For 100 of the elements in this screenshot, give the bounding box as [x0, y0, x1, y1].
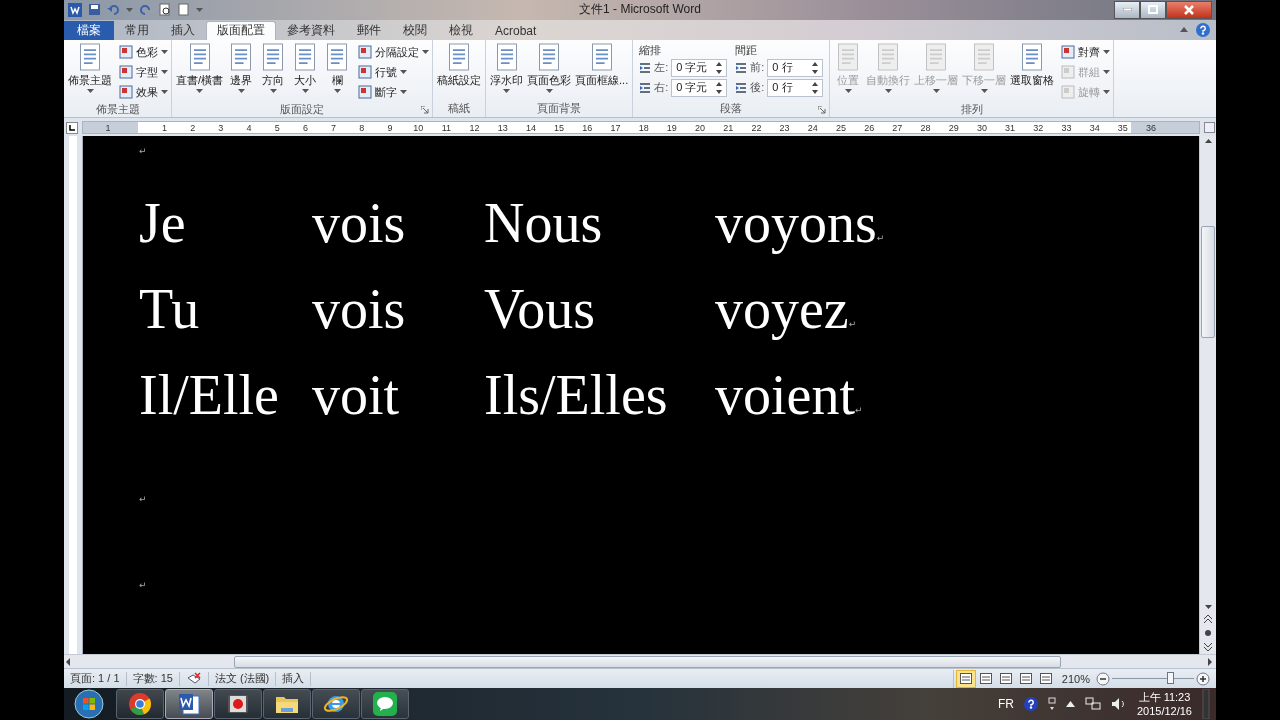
- table-cell-text: vois: [312, 276, 407, 341]
- spin-field[interactable]: 0 字元: [671, 78, 728, 97]
- ribbon-button[interactable]: 直書/橫書: [175, 42, 225, 102]
- ruler-number: 26: [864, 122, 875, 133]
- table-cell-text: Il/Elle: [139, 362, 280, 427]
- collapse-ribbon-icon[interactable]: [1180, 27, 1188, 33]
- start-orb-icon[interactable]: [74, 689, 104, 719]
- ribbon-button[interactable]: 分隔設定: [358, 42, 430, 62]
- ribbon-button[interactable]: 方向: [258, 42, 289, 102]
- caret-icon: [161, 70, 168, 75]
- ribbon-button[interactable]: 浮水印: [489, 42, 525, 101]
- ribbon-button[interactable]: 字型: [119, 62, 168, 82]
- taskbar-button[interactable]: [361, 689, 409, 719]
- help-icon[interactable]: [1023, 697, 1038, 711]
- taskbar-button[interactable]: [312, 689, 360, 719]
- taskbar-button[interactable]: [165, 689, 213, 719]
- ruler-number: 36: [1146, 122, 1157, 133]
- proofing-icon[interactable]: [185, 671, 202, 686]
- ribbon-button[interactable]: 對齊: [1061, 42, 1111, 62]
- square-icon: [119, 45, 133, 60]
- maximize-button[interactable]: [1140, 1, 1166, 19]
- group-label: 頁面背景: [537, 101, 582, 117]
- language-indicator[interactable]: FR: [997, 697, 1014, 711]
- indent-icon: [735, 61, 748, 74]
- ribbon-tab[interactable]: 校閱: [392, 20, 438, 40]
- spin-field[interactable]: 0 行: [767, 58, 824, 77]
- ribbon-tab[interactable]: 參考資料: [276, 20, 346, 40]
- ribbon-button[interactable]: 頁面框線...: [574, 42, 630, 101]
- square-icon: [358, 65, 373, 80]
- ribbon-button[interactable]: 佈景主題: [67, 42, 113, 102]
- browse-object-icon[interactable]: [1204, 629, 1212, 638]
- ruler-number: 12: [469, 122, 480, 133]
- previous-page-icon[interactable]: [1204, 615, 1212, 624]
- scroll-thumb[interactable]: [1201, 225, 1215, 338]
- ribbon-button[interactable]: 效果: [119, 82, 168, 102]
- taskbar-button[interactable]: [214, 689, 262, 719]
- taskbar-button[interactable]: [263, 689, 311, 719]
- close-button[interactable]: [1166, 1, 1212, 19]
- zoom-slider-thumb[interactable]: [1167, 671, 1175, 684]
- round-browser-icon: [128, 692, 152, 716]
- dialog-launcher-icon[interactable]: [421, 105, 430, 114]
- scroll-down-icon[interactable]: [1204, 605, 1212, 610]
- minimize-button[interactable]: [1114, 1, 1140, 19]
- vertical-scrollbar[interactable]: [1199, 135, 1216, 655]
- options-icon[interactable]: [1047, 697, 1056, 711]
- layout-icon: [1019, 673, 1032, 685]
- file-tab[interactable]: 檔案: [64, 20, 114, 40]
- taskbar-button[interactable]: [116, 689, 164, 719]
- ribbon-button[interactable]: 大小: [290, 42, 321, 102]
- caret-icon: [400, 70, 408, 75]
- square-icon: [119, 85, 133, 100]
- window-title: 文件1 - Microsoft Word: [579, 2, 701, 17]
- ribbon-tab[interactable]: 插入: [160, 20, 206, 40]
- next-page-icon[interactable]: [1204, 643, 1212, 652]
- ribbon-button[interactable]: 選取窗格: [1009, 42, 1056, 102]
- show-hidden-icons-icon[interactable]: [1065, 701, 1075, 707]
- maximize-icon: [1148, 5, 1158, 15]
- caret-icon: [196, 88, 204, 93]
- print-preview-icon[interactable]: [158, 3, 171, 17]
- zoom-out-icon[interactable]: [1096, 671, 1110, 686]
- new-document-icon[interactable]: [177, 3, 190, 17]
- ribbon-button[interactable]: 稿紙設定: [436, 42, 483, 101]
- layout-icon: [999, 673, 1012, 685]
- ribbon-button[interactable]: 色彩: [119, 42, 168, 62]
- ribbon-tab[interactable]: Acrobat: [484, 20, 548, 40]
- scroll-up-icon[interactable]: [1204, 138, 1212, 143]
- speaker-icon[interactable]: [1110, 697, 1127, 711]
- ruler-toggle-icon[interactable]: [1203, 122, 1215, 134]
- ribbon-tab[interactable]: 版面配置: [206, 20, 276, 40]
- ruler-number: 3: [218, 122, 224, 133]
- field-label: 前:: [750, 60, 765, 76]
- ribbon-button[interactable]: 斷字: [358, 82, 430, 102]
- ribbon-button[interactable]: 行號: [358, 62, 430, 82]
- spin-field[interactable]: 0 字元: [671, 58, 728, 77]
- layout-icon: [979, 673, 992, 685]
- ruler-number: 18: [638, 122, 649, 133]
- zoom-in-icon[interactable]: [1196, 671, 1210, 686]
- dialog-launcher-icon[interactable]: [818, 105, 827, 114]
- save-icon[interactable]: [88, 3, 101, 17]
- spin-field[interactable]: 0 行: [767, 78, 824, 97]
- network-icon[interactable]: [1084, 697, 1101, 711]
- paragraph-mark: ↵: [855, 404, 863, 415]
- document-icon: [177, 692, 201, 716]
- ruler-number: 25: [835, 122, 846, 133]
- ruler-number: 13: [497, 122, 508, 133]
- ribbon-button[interactable]: 邊界: [226, 42, 257, 102]
- ribbon-tab[interactable]: 檢視: [438, 20, 484, 40]
- ribbon-button[interactable]: 頁面色彩: [526, 42, 573, 101]
- caret-icon: [980, 88, 988, 93]
- view-button[interactable]: [955, 669, 976, 688]
- ribbon-tab[interactable]: 常用: [114, 20, 160, 40]
- tab-stop-icon[interactable]: [66, 121, 78, 134]
- zoom-level[interactable]: 210%: [1055, 672, 1096, 685]
- ruler-number: 22: [751, 122, 762, 133]
- ribbon-tab[interactable]: 郵件: [346, 20, 392, 40]
- help-icon[interactable]: [1196, 22, 1210, 37]
- ribbon-button[interactable]: 欄: [322, 42, 353, 102]
- table-cell-text: vois: [312, 190, 407, 255]
- clock-time: 上午 11:23: [1138, 690, 1191, 704]
- scroll-thumb[interactable]: [234, 655, 1061, 668]
